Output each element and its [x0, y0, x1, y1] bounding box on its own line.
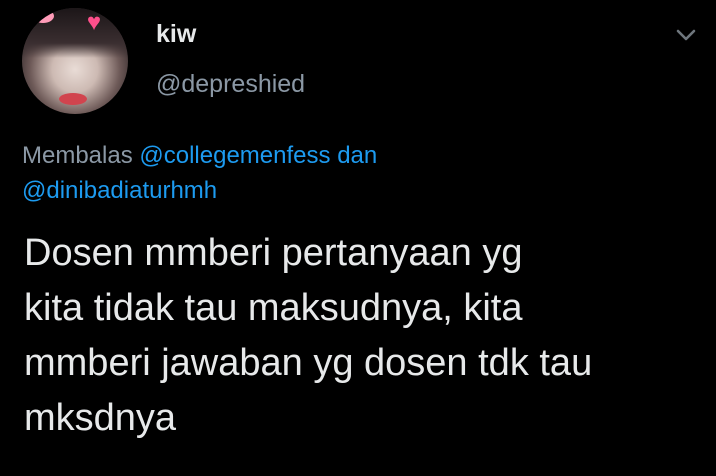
avatar[interactable]: ♥: [22, 8, 128, 114]
tweet-text: Dosen mmberi pertanyaan yg kita tidak ta…: [24, 226, 704, 446]
tweet-text-line: kita tidak tau maksudnya, kita: [24, 287, 523, 329]
avatar-heart-sticker-left: [32, 9, 54, 23]
mention-link[interactable]: @dinibadiaturhmh: [22, 177, 217, 204]
reply-context: Membalas @collegemenfess dan: [22, 141, 377, 171]
display-name[interactable]: kiw: [156, 19, 196, 49]
user-handle[interactable]: @depreshied: [156, 69, 305, 99]
heart-icon: ♥: [86, 9, 102, 36]
reply-context-line-2: @dinibadiaturhmh: [22, 176, 217, 206]
tweet-card: ♥ kiw @depreshied Membalas @collegemenfe…: [0, 0, 716, 476]
avatar-lips: [59, 93, 87, 105]
mention-link[interactable]: @collegemenfess: [139, 142, 330, 169]
reply-prefix: Membalas: [22, 142, 133, 169]
chevron-down-icon[interactable]: [672, 22, 700, 48]
tweet-text-line: Dosen mmberi pertanyaan yg: [24, 232, 523, 274]
tweet-text-line: mksdnya: [24, 397, 177, 439]
tweet-text-line: mmberi jawaban yg dosen tdk tau: [24, 342, 593, 384]
reply-conjunction: dan: [337, 142, 378, 169]
